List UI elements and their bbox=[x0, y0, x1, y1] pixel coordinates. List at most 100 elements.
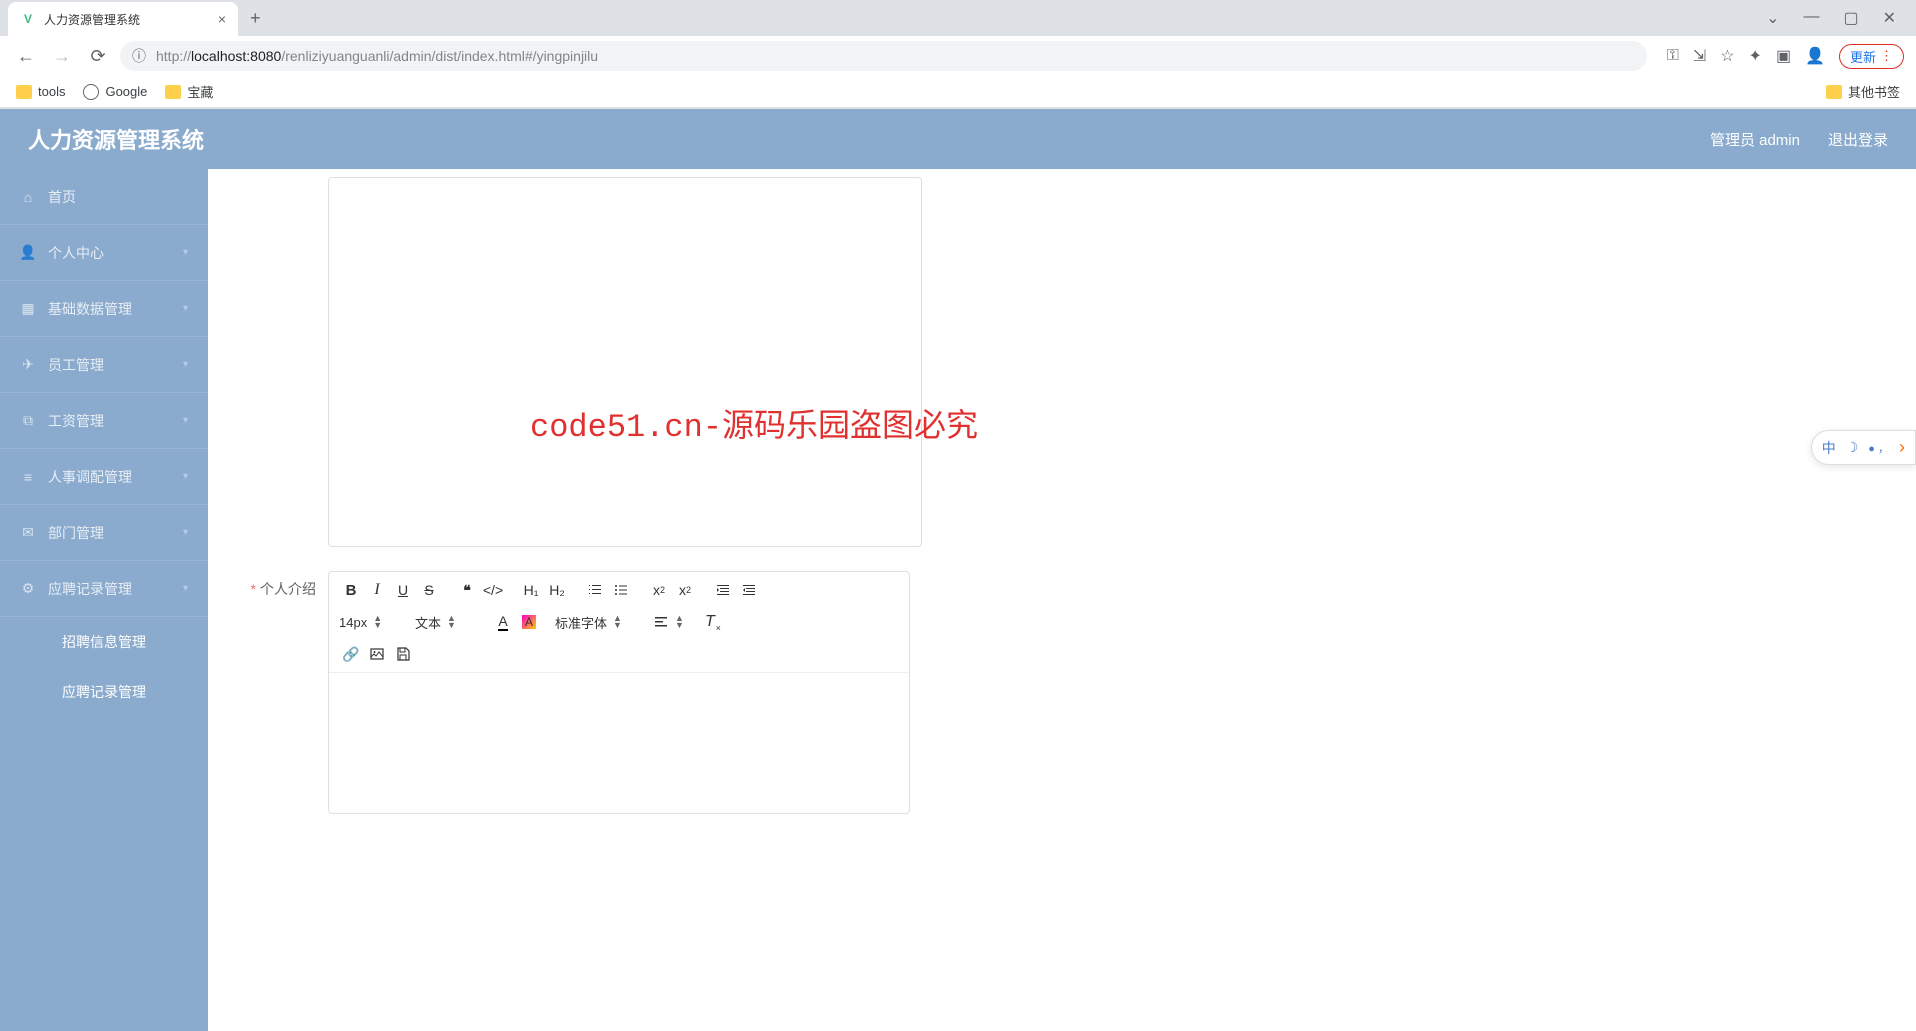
quote-button[interactable]: ❝ bbox=[455, 578, 479, 602]
sidebar-item-profile[interactable]: 👤 个人中心 ▾ bbox=[0, 225, 208, 281]
subscript-button[interactable]: x2 bbox=[647, 578, 671, 602]
sidebar: ⌂ 首页 👤 个人中心 ▾ ▦ 基础数据管理 ▾ ✈ 员工管理 ▾ ⧉ 工资管理 bbox=[0, 169, 208, 1031]
send-icon: ✈ bbox=[20, 357, 36, 373]
superscript-button[interactable]: x2 bbox=[673, 578, 697, 602]
chevron-right-icon[interactable]: › bbox=[1899, 437, 1905, 458]
globe-icon bbox=[83, 84, 99, 100]
sidebar-item-base-data[interactable]: ▦ 基础数据管理 ▾ bbox=[0, 281, 208, 337]
app-header: 人力资源管理系统 管理员 admin 退出登录 bbox=[0, 109, 1916, 169]
profile-icon[interactable]: 👤 bbox=[1805, 46, 1825, 66]
sidebar-item-apply-record[interactable]: ⚙ 应聘记录管理 ▾ bbox=[0, 561, 208, 617]
sidebar-item-transfer[interactable]: ≡ 人事调配管理 ▾ bbox=[0, 449, 208, 505]
intro-label: *个人介绍 bbox=[228, 571, 328, 814]
h2-button[interactable]: H₂ bbox=[545, 578, 569, 602]
style-select[interactable]: 文本 ▲▼ bbox=[415, 613, 477, 632]
sort-icon: ▲▼ bbox=[373, 615, 382, 629]
dropdown-icon[interactable]: ⌄ bbox=[1766, 8, 1779, 28]
bookmarks-bar: tools Google 宝藏 其他书签 bbox=[0, 76, 1916, 108]
home-icon: ⌂ bbox=[20, 189, 36, 205]
chevron-down-icon: ▾ bbox=[183, 359, 188, 370]
minimize-icon[interactable]: — bbox=[1803, 8, 1819, 28]
font-family-select[interactable]: 标准字体 ▲▼ bbox=[555, 613, 635, 632]
font-size-select[interactable]: 14px ▲▼ bbox=[339, 615, 401, 630]
close-window-icon[interactable]: ✕ bbox=[1883, 8, 1896, 28]
update-button[interactable]: 更新⋮ bbox=[1839, 44, 1904, 69]
editor-textarea[interactable] bbox=[329, 673, 909, 813]
ordered-list-button[interactable] bbox=[583, 578, 607, 602]
copy-icon: ⧉ bbox=[20, 413, 36, 429]
submenu-label: 招聘信息管理 bbox=[62, 632, 146, 652]
link-button[interactable]: 🔗 bbox=[339, 642, 363, 666]
clear-format-button[interactable]: T× bbox=[698, 610, 722, 634]
sidebar-item-home[interactable]: ⌂ 首页 bbox=[0, 169, 208, 225]
user-label[interactable]: 管理员 admin bbox=[1710, 129, 1800, 150]
outdent-button[interactable] bbox=[737, 578, 761, 602]
sidebar-item-label: 基础数据管理 bbox=[48, 299, 132, 319]
align-button[interactable] bbox=[649, 610, 673, 634]
bookmark-other[interactable]: 其他书签 bbox=[1826, 82, 1900, 101]
gear-icon: ⚙ bbox=[20, 581, 36, 597]
bookmark-treasure[interactable]: 宝藏 bbox=[165, 82, 213, 101]
maximize-icon[interactable]: ▢ bbox=[1843, 8, 1858, 28]
ime-punct-icon: ● ， bbox=[1868, 440, 1889, 456]
tab-bar: V 人力资源管理系统 × + ⌄ — ▢ ✕ bbox=[0, 0, 1916, 36]
back-button[interactable]: ← bbox=[12, 42, 40, 70]
window-controls: ⌄ — ▢ ✕ bbox=[1766, 8, 1916, 28]
tab-close-icon[interactable]: × bbox=[218, 11, 226, 27]
sidebar-item-label: 部门管理 bbox=[48, 523, 104, 543]
app-root: 人力资源管理系统 管理员 admin 退出登录 ⌂ 首页 👤 个人中心 ▾ ▦ … bbox=[0, 109, 1916, 1031]
upload-label bbox=[228, 177, 328, 547]
sidebar-item-department[interactable]: ✉ 部门管理 ▾ bbox=[0, 505, 208, 561]
sidebar-item-salary[interactable]: ⧉ 工资管理 ▾ bbox=[0, 393, 208, 449]
logout-link[interactable]: 退出登录 bbox=[1828, 129, 1888, 150]
mail-icon: ✉ bbox=[20, 525, 36, 541]
moon-icon: ☽ bbox=[1846, 439, 1859, 456]
bold-button[interactable]: B bbox=[339, 578, 363, 602]
sort-icon: ▲▼ bbox=[675, 615, 684, 629]
star-icon[interactable]: ☆ bbox=[1720, 46, 1734, 66]
site-info-icon[interactable]: ⓘ bbox=[132, 46, 146, 66]
strike-button[interactable]: S bbox=[417, 578, 441, 602]
extensions-icon[interactable]: ✦ bbox=[1749, 46, 1762, 66]
italic-button[interactable]: I bbox=[365, 578, 389, 602]
chevron-down-icon: ▾ bbox=[183, 471, 188, 482]
text-color-button[interactable]: A bbox=[491, 610, 515, 634]
submenu-recruit-info[interactable]: 招聘信息管理 bbox=[0, 617, 208, 667]
bookmark-tools[interactable]: tools bbox=[16, 84, 65, 99]
chevron-down-icon: ▾ bbox=[183, 415, 188, 426]
list-icon: ≡ bbox=[20, 469, 36, 485]
save-button[interactable] bbox=[391, 642, 415, 666]
submenu-label: 应聘记录管理 bbox=[62, 682, 146, 702]
new-tab-button[interactable]: + bbox=[250, 8, 261, 29]
main-content: *个人介绍 B I U S ❝ </> bbox=[208, 169, 1916, 1031]
rich-text-editor: B I U S ❝ </> H₁ H₂ bbox=[328, 571, 910, 814]
unordered-list-button[interactable] bbox=[609, 578, 633, 602]
sidebar-item-label: 应聘记录管理 bbox=[48, 579, 132, 599]
chevron-down-icon: ▾ bbox=[183, 247, 188, 258]
tab-title: 人力资源管理系统 bbox=[44, 11, 140, 28]
sidebar-item-label: 人事调配管理 bbox=[48, 467, 132, 487]
submenu-apply-record[interactable]: 应聘记录管理 bbox=[0, 667, 208, 717]
address-bar: ← → ⟳ ⓘ http://localhost:8080/renliziyua… bbox=[0, 36, 1916, 76]
image-button[interactable] bbox=[365, 642, 389, 666]
code-button[interactable]: </> bbox=[481, 578, 505, 602]
grid-icon: ▦ bbox=[20, 301, 36, 317]
forward-button[interactable]: → bbox=[48, 42, 76, 70]
chevron-down-icon: ▾ bbox=[183, 527, 188, 538]
sidebar-item-label: 个人中心 bbox=[48, 243, 104, 263]
share-icon[interactable]: ⇲ bbox=[1693, 46, 1706, 66]
browser-tab[interactable]: V 人力资源管理系统 × bbox=[8, 2, 238, 36]
url-bar[interactable]: ⓘ http://localhost:8080/renliziyuanguanl… bbox=[120, 41, 1647, 71]
underline-button[interactable]: U bbox=[391, 578, 415, 602]
upload-area[interactable] bbox=[328, 177, 922, 547]
sidebar-item-employee[interactable]: ✈ 员工管理 ▾ bbox=[0, 337, 208, 393]
reload-button[interactable]: ⟳ bbox=[84, 42, 112, 70]
folder-icon bbox=[1826, 85, 1842, 99]
ime-widget[interactable]: 中 ☽ ● ， › bbox=[1811, 430, 1916, 465]
panel-icon[interactable]: ▣ bbox=[1776, 46, 1791, 66]
key-icon[interactable]: ⚿ bbox=[1667, 47, 1679, 65]
h1-button[interactable]: H₁ bbox=[519, 578, 543, 602]
bg-color-button[interactable]: A bbox=[517, 610, 541, 634]
bookmark-google[interactable]: Google bbox=[83, 84, 147, 100]
indent-button[interactable] bbox=[711, 578, 735, 602]
